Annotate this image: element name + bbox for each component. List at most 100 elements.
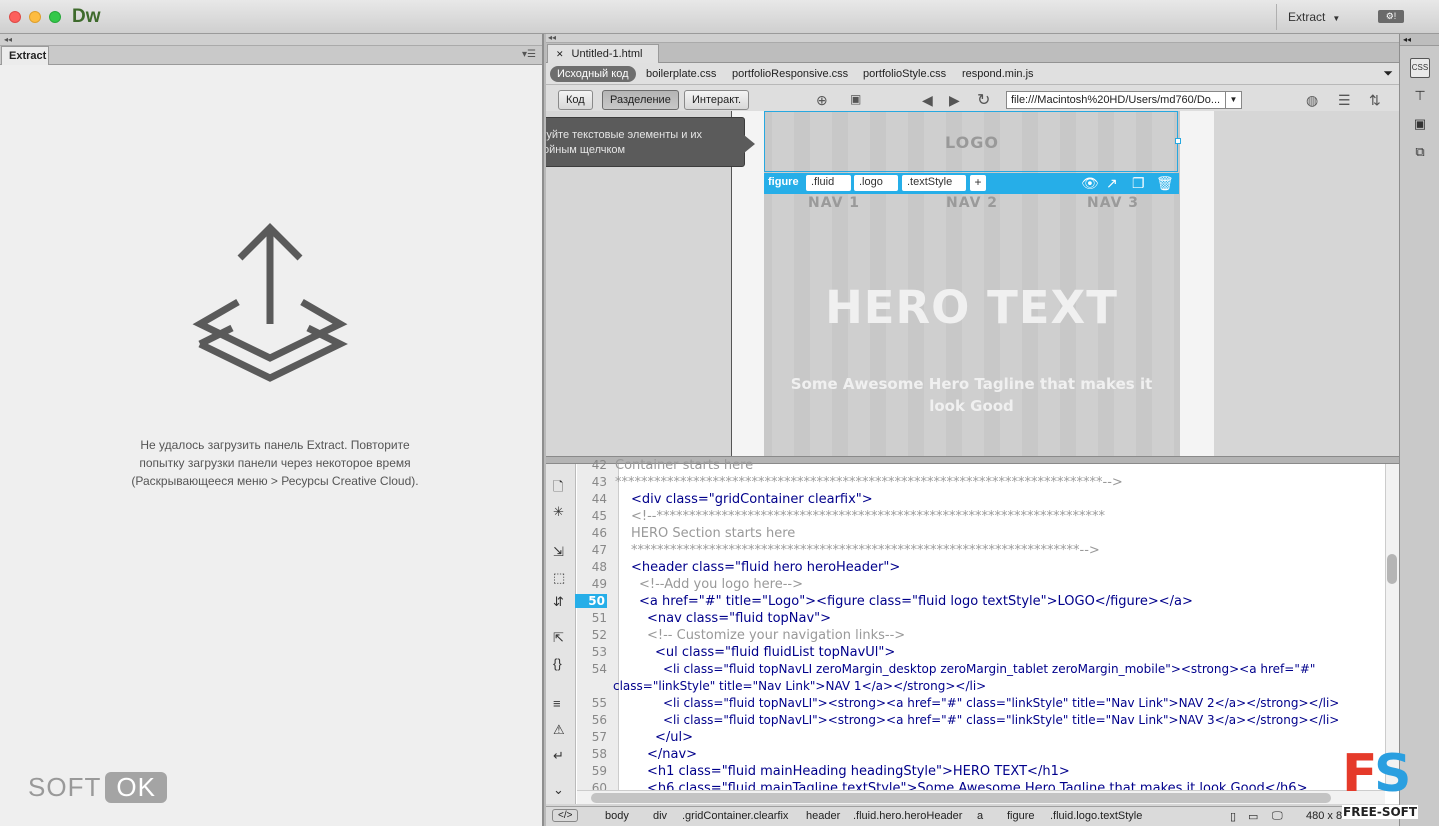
- hud-class[interactable]: .textStyle: [902, 175, 966, 191]
- view-options-icon[interactable]: ☰: [1338, 92, 1351, 109]
- panel-menu-icon[interactable]: ▾☰: [522, 49, 536, 60]
- add-class-button[interactable]: +: [970, 175, 986, 191]
- open-documents-icon[interactable]: 🗋: [553, 478, 563, 500]
- related-file[interactable]: portfolioStyle.css: [863, 68, 946, 80]
- desktop-size-icon[interactable]: 🖵: [1272, 810, 1283, 823]
- chevron-down-icon[interactable]: ▼: [1225, 92, 1241, 108]
- select-parent-tag-icon[interactable]: ⇱: [553, 630, 564, 646]
- line-numbers-icon[interactable]: ≡: [553, 696, 561, 711]
- hud-class[interactable]: .logo: [854, 175, 898, 191]
- tag-selector-item[interactable]: .fluid.logo.textStyle: [1050, 810, 1142, 822]
- tab-extract[interactable]: Extract: [1, 46, 49, 65]
- preview-icon[interactable]: ▣: [850, 92, 861, 106]
- eye-icon[interactable]: 👁: [1081, 175, 1099, 192]
- tag-selector-item[interactable]: figure: [1007, 810, 1035, 822]
- expand-panels-icon[interactable]: ◂◂: [1400, 34, 1439, 46]
- mobile-size-icon[interactable]: ▯: [1230, 810, 1236, 823]
- live-view-button[interactable]: Интеракт.: [684, 90, 750, 110]
- right-panel-dock: ◂◂ CSS ⊤ ▣ ⧉: [1399, 34, 1439, 826]
- line-number: 51: [591, 611, 607, 625]
- hero-tagline[interactable]: Some Awesome Hero Tagline that makes it …: [774, 373, 1169, 417]
- related-file[interactable]: boilerplate.css: [646, 68, 716, 80]
- watermark-badge: OK: [105, 772, 167, 803]
- code-line: <ul class="fluid fluidList topNavUl">: [655, 645, 896, 660]
- minimize-window-button[interactable]: [29, 11, 41, 23]
- title-bar: Dw Extract ▼ ⚙!: [0, 0, 1439, 34]
- close-window-button[interactable]: [9, 11, 21, 23]
- dom-tree-icon[interactable]: ⊤: [1410, 88, 1430, 108]
- snippets-panel-icon[interactable]: ⧉: [1410, 144, 1430, 164]
- refresh-icon[interactable]: ↻: [977, 90, 990, 110]
- nav-link-3[interactable]: NAV 3: [1087, 195, 1139, 211]
- code-line: <nav class="fluid topNav">: [647, 611, 832, 626]
- vertical-scrollbar[interactable]: [1385, 464, 1399, 790]
- related-file[interactable]: respond.min.js: [962, 68, 1034, 80]
- edit-tooltip: ✕ Редактируйте текстовые элементы и их с…: [546, 117, 755, 167]
- hero-heading[interactable]: HERO TEXT: [764, 281, 1179, 334]
- balance-braces-icon[interactable]: {}: [553, 656, 562, 671]
- hud-class[interactable]: .fluid: [806, 175, 851, 191]
- code-line: HERO Section starts here: [631, 526, 796, 541]
- code-line: Container starts here: [615, 458, 754, 473]
- collapse-selection-icon[interactable]: ⬚: [553, 570, 565, 586]
- nav-link-1[interactable]: NAV 1: [808, 195, 860, 211]
- line-number: 57: [591, 730, 607, 744]
- code-line: </ul>: [655, 730, 694, 745]
- scroll-thumb[interactable]: [591, 793, 1331, 803]
- tooltip-arrow: [744, 135, 755, 153]
- code-line: <header class="fluid hero heroHeader">: [631, 560, 901, 575]
- collapse-doc-icon[interactable]: ◂◂: [546, 34, 1399, 43]
- forward-arrow-icon[interactable]: ▶: [949, 92, 960, 109]
- expand-all-icon[interactable]: ⇵: [553, 594, 564, 610]
- tag-selector-bar: </> body div .gridContainer.clearfix hea…: [546, 806, 1399, 826]
- back-arrow-icon[interactable]: ◀: [922, 92, 933, 109]
- highlight-invalid-icon[interactable]: ⚠: [553, 722, 565, 738]
- collapse-tag-icon[interactable]: ⇲: [553, 544, 564, 560]
- sort-icon[interactable]: ⇅: [1369, 92, 1381, 109]
- tag-selector-item[interactable]: body: [605, 810, 629, 822]
- line-number: 47: [591, 543, 607, 557]
- code-view-button[interactable]: Код: [558, 90, 593, 110]
- watermark-text: FREE-SOFT: [1342, 805, 1419, 819]
- related-file-source[interactable]: Исходный код: [550, 66, 636, 82]
- close-tab-icon[interactable]: ✕: [556, 49, 564, 59]
- zoom-window-button[interactable]: [49, 11, 61, 23]
- globe-icon[interactable]: ◍: [1306, 92, 1318, 109]
- code-toggle-button[interactable]: </>: [552, 809, 579, 822]
- snippets-icon[interactable]: ✳: [553, 504, 564, 520]
- scroll-thumb[interactable]: [1387, 554, 1397, 584]
- tag-selector-item[interactable]: a: [977, 810, 983, 822]
- address-field[interactable]: file:///Macintosh%20HD/Users/md760/Do...…: [1006, 91, 1242, 109]
- css-designer-icon[interactable]: CSS: [1410, 58, 1430, 78]
- related-file[interactable]: portfolioResponsive.css: [732, 68, 848, 80]
- inspect-icon[interactable]: ⊕: [816, 92, 828, 109]
- split-view-button[interactable]: Разделение: [602, 90, 679, 110]
- assets-icon[interactable]: ▣: [1410, 116, 1430, 136]
- tab-untitled-1[interactable]: ✕ Untitled-1.html: [547, 44, 659, 63]
- tag-selector-item[interactable]: header: [806, 810, 840, 822]
- trash-icon[interactable]: 🗑: [1156, 175, 1174, 192]
- message-line: попытку загрузки панели через некоторое …: [139, 456, 411, 470]
- message-line: (Раскрывающееся меню > Ресурсы Creative …: [131, 474, 419, 488]
- nav-link-2[interactable]: NAV 2: [946, 195, 998, 211]
- free-soft-watermark: F S FREE-SOFT: [1342, 744, 1428, 824]
- word-wrap-icon[interactable]: ↵: [553, 748, 564, 764]
- line-number: 43: [591, 475, 607, 489]
- duplicate-icon[interactable]: ❐: [1132, 175, 1145, 192]
- collapse-panel-icon[interactable]: ◂◂: [0, 34, 542, 46]
- tag-selector-item[interactable]: .gridContainer.clearfix: [682, 810, 788, 822]
- tablet-size-icon[interactable]: ▭: [1248, 810, 1258, 823]
- tag-selector-item[interactable]: .fluid.hero.heroHeader: [853, 810, 962, 822]
- tag-selector-item[interactable]: div: [653, 810, 667, 822]
- more-tools-icon[interactable]: ⌄: [553, 782, 564, 798]
- horizontal-scrollbar[interactable]: [577, 790, 1385, 804]
- filter-icon[interactable]: ⏷: [1383, 66, 1393, 81]
- resize-handle[interactable]: [1175, 138, 1181, 144]
- logo-figure[interactable]: LOGO: [764, 111, 1178, 172]
- workspace-switcher[interactable]: Extract ▼: [1276, 4, 1360, 30]
- code-view[interactable]: 🗋 ✳ ⇲ ⬚ ⇵ ⇱ {} ≡ ⚠ ↵ ⌄ 42 Container start…: [546, 458, 1399, 804]
- chevron-down-icon: ▼: [1332, 14, 1341, 23]
- gear-icon[interactable]: ⚙!: [1378, 10, 1404, 23]
- line-number: 46: [591, 526, 607, 540]
- open-arrow-icon[interactable]: ↗: [1106, 175, 1118, 192]
